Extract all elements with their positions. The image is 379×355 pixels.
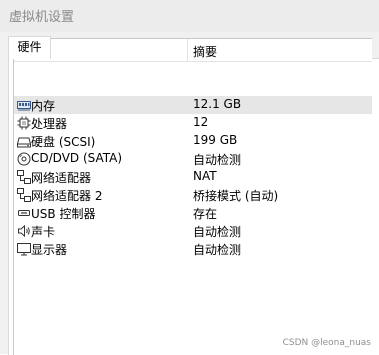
column-header-summary[interactable]: 摘要: [193, 43, 217, 60]
tab-hardware[interactable]: 硬件: [8, 36, 51, 59]
list-header: 设备 摘要: [14, 39, 372, 62]
device-name: 硬盘 (SCSI): [31, 135, 96, 149]
device-name: 网络适配器: [31, 171, 92, 185]
cd-dvd-icon: [17, 152, 31, 166]
device-row-network-adapter-2[interactable]: 网络适配器 2 桥接模式 (自动): [14, 186, 372, 204]
device-summary: 自动检测: [193, 243, 242, 257]
device-name: 网络适配器 2: [31, 189, 103, 203]
display-icon: [17, 243, 31, 256]
device-name: 处理器: [31, 117, 68, 131]
sound-card-icon: [18, 224, 30, 238]
device-name: USB 控制器: [31, 207, 96, 221]
device-row-sound-card[interactable]: 声卡 自动检测: [14, 222, 372, 240]
device-row-processor[interactable]: 处理器 12: [14, 114, 372, 132]
device-row-usb-controller[interactable]: USB 控制器 存在: [14, 204, 372, 222]
memory-icon: [17, 101, 31, 111]
device-list[interactable]: 设备 摘要 内存 12.1 GB 处理器 12: [13, 38, 372, 355]
device-summary: 自动检测: [193, 225, 242, 239]
window-title: 虚拟机设置: [9, 10, 75, 25]
device-name: 显示器: [31, 243, 68, 257]
usb-controller-icon: [18, 210, 30, 216]
device-row-hard-disk[interactable]: 硬盘 (SCSI) 199 GB: [14, 132, 372, 150]
processor-icon: [17, 116, 31, 130]
device-row-memory[interactable]: 内存 12.1 GB: [14, 96, 372, 114]
device-summary: 12: [193, 115, 209, 129]
device-name: CD/DVD (SATA): [31, 151, 123, 165]
device-summary: NAT: [193, 169, 217, 183]
device-row-network-adapter[interactable]: 网络适配器 NAT: [14, 168, 372, 186]
device-name: 声卡: [31, 225, 56, 239]
network-adapter-icon: [17, 170, 31, 184]
device-name: 内存: [31, 99, 56, 113]
network-adapter-icon: [17, 188, 31, 202]
device-summary: 桥接模式 (自动): [193, 189, 279, 203]
watermark: CSDN @leona_nuas: [282, 338, 371, 348]
title-bar: 虚拟机设置: [0, 0, 379, 32]
column-divider[interactable]: [187, 39, 188, 61]
device-summary: 存在: [193, 207, 218, 221]
device-row-display[interactable]: 显示器 自动检测: [14, 240, 372, 258]
hard-disk-icon: [17, 137, 31, 148]
device-summary: 自动检测: [193, 153, 242, 167]
device-summary: 12.1 GB: [193, 97, 242, 111]
device-row-cd-dvd[interactable]: CD/DVD (SATA) 自动检测: [14, 150, 372, 168]
device-summary: 199 GB: [193, 133, 238, 147]
